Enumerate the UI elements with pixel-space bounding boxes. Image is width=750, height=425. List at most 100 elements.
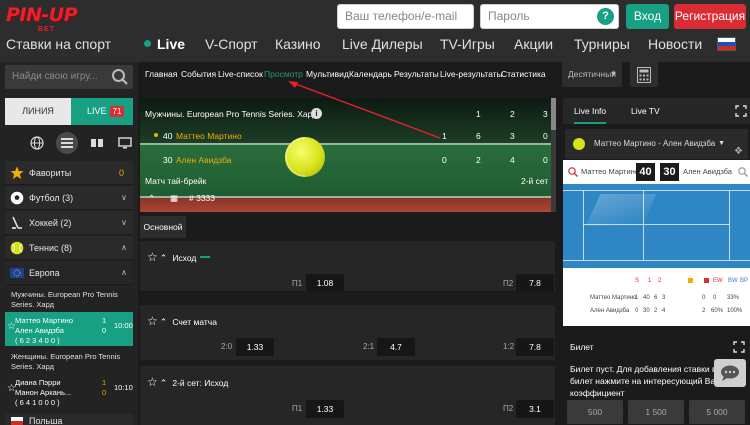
subnav-live-results[interactable]: Live-результаты bbox=[440, 69, 503, 79]
league-women-name[interactable]: Женщины. European Pro Tennis Series. Хар… bbox=[5, 352, 133, 372]
logo-main-text: PIN-UP bbox=[6, 4, 78, 26]
tab-live[interactable]: LIVE 71 bbox=[71, 98, 133, 125]
subnav-calendar[interactable]: Календарь bbox=[349, 69, 392, 79]
sidebar-item-europe-label: Европа bbox=[29, 268, 60, 278]
nav-news[interactable]: Новости bbox=[648, 33, 702, 55]
field-view-icon[interactable]: ▦ bbox=[170, 193, 178, 204]
sidebar-item-poland[interactable]: Польша bbox=[5, 414, 133, 425]
live-stats-table: S 1 2 EW BW BP Маттео Мартино 1 40 6 3 0… bbox=[563, 268, 750, 326]
odd-button-p1[interactable]: 1.08 bbox=[306, 274, 344, 292]
tab-live-tv[interactable]: Live TV bbox=[631, 98, 660, 124]
language-flag-icon[interactable] bbox=[717, 37, 736, 51]
chevron-up-icon: ∧ bbox=[121, 268, 127, 277]
chevron-up-icon[interactable]: ⌃ bbox=[160, 253, 168, 263]
subnav-view[interactable]: Просмотр bbox=[264, 69, 303, 79]
nav-casino[interactable]: Казино bbox=[275, 33, 321, 55]
stats-row1-v3: 3 bbox=[662, 295, 666, 301]
subnav-multiview[interactable]: Мультивид bbox=[306, 69, 349, 79]
live-indicator-dot bbox=[144, 40, 151, 47]
sidebar-match-2[interactable]: ☆ Диана Пэрри Манон Аркань... 1 0 10:10 … bbox=[5, 374, 133, 408]
p1-set-d: 0 bbox=[543, 131, 548, 141]
live-match-select[interactable]: Маттео Мартино - Ален Авидзба ▼ ❖ bbox=[565, 129, 748, 159]
header: PIN-UP BET Ваш телефон/e-mail Пароль ? В… bbox=[0, 0, 750, 62]
tab-live-info[interactable]: Live Info bbox=[574, 98, 607, 124]
subnav-statistics[interactable]: Статистика bbox=[501, 69, 546, 79]
multiview-icon[interactable] bbox=[86, 132, 108, 154]
scoreboard-scrollbar-thumb[interactable] bbox=[551, 98, 556, 130]
stats-row1-v5: 0 bbox=[713, 295, 717, 301]
subnav-live-list[interactable]: Live-список bbox=[218, 69, 263, 79]
search-icon[interactable] bbox=[111, 68, 129, 86]
calculator-button[interactable] bbox=[630, 62, 658, 87]
chevron-up-icon[interactable]: ⌃ bbox=[160, 317, 168, 327]
chevron-up-icon[interactable]: ⌃ bbox=[160, 378, 168, 388]
match2-score: 1 0 bbox=[102, 378, 106, 398]
sidebar-item-hockey[interactable]: Хоккей (2) ∨ bbox=[5, 211, 133, 235]
phone-email-input[interactable]: Ваш телефон/e-mail bbox=[337, 4, 474, 29]
market-outcome-title: ☆ ⌃ Исход bbox=[147, 250, 211, 264]
nav-vsport[interactable]: V-Спорт bbox=[205, 33, 258, 55]
register-button[interactable]: Регистрация bbox=[674, 4, 746, 29]
password-input[interactable]: Пароль ? bbox=[480, 4, 619, 29]
odd-button-set2-p1[interactable]: 1.33 bbox=[306, 400, 344, 418]
stats-row2-name: Ален Авидзба bbox=[590, 308, 630, 314]
p1-set-a: 1 bbox=[442, 131, 447, 141]
racket-icon bbox=[738, 167, 748, 177]
tennis-ball-icon bbox=[10, 241, 24, 255]
nav-live[interactable]: Live bbox=[157, 33, 185, 55]
stake-preset-1500[interactable]: 1 500 bbox=[628, 400, 684, 424]
odd-button-p2[interactable]: 7.8 bbox=[516, 274, 554, 292]
logo[interactable]: PIN-UP BET bbox=[6, 4, 88, 36]
login-button[interactable]: Вход bbox=[626, 4, 669, 29]
market-match-score-title: ☆ ⌃ Счет матча bbox=[147, 314, 217, 328]
star-outline-icon[interactable]: ☆ bbox=[147, 250, 158, 264]
caret-down-icon: ▼ bbox=[718, 140, 725, 147]
event-id: # 3333 bbox=[189, 193, 215, 203]
subnav-events[interactable]: События bbox=[181, 69, 216, 79]
tab-live-label: LIVE bbox=[87, 106, 107, 116]
odd-button-2-1[interactable]: 4.7 bbox=[377, 338, 415, 356]
tab-basic[interactable]: Основной bbox=[140, 216, 186, 238]
subnav-results[interactable]: Результаты bbox=[394, 69, 439, 79]
sidebar-item-favorites[interactable]: Фавориты 0 bbox=[5, 161, 133, 185]
password-help-icon[interactable]: ? bbox=[597, 8, 614, 25]
expand-icon[interactable] bbox=[735, 105, 747, 117]
stake-preset-500[interactable]: 500 bbox=[567, 400, 623, 424]
globe-icon[interactable] bbox=[26, 132, 48, 154]
tab-line[interactable]: ЛИНИЯ bbox=[5, 98, 71, 125]
nav-live-dealers[interactable]: Live Дилеры bbox=[342, 33, 423, 55]
match2-team2: Манон Аркань... bbox=[15, 388, 72, 397]
sidebar-match-selected[interactable]: ☆ Маттео Мартино Ален Авидзба 1 0 10:00 … bbox=[5, 312, 133, 346]
stake-preset-5000[interactable]: 5 000 bbox=[689, 400, 745, 424]
odd-button-1-2[interactable]: 7.8 bbox=[516, 338, 554, 356]
star-outline-icon[interactable]: ☆ bbox=[147, 314, 158, 328]
nav-tv-games[interactable]: TV-Игры bbox=[440, 33, 495, 55]
expand-icon[interactable] bbox=[733, 341, 745, 353]
stats-row2-v3: 4 bbox=[662, 308, 666, 314]
stats-icon[interactable] bbox=[200, 255, 211, 262]
odds-format-select[interactable]: Десятичный ▼ bbox=[562, 62, 622, 87]
nav-tournaments[interactable]: Турниры bbox=[574, 33, 630, 55]
subnav-home[interactable]: Главная bbox=[145, 69, 177, 79]
chat-button[interactable] bbox=[714, 359, 746, 387]
bet-slip-title: Билет bbox=[570, 342, 594, 352]
game-search-input[interactable]: Найди свою игру... bbox=[5, 65, 133, 89]
star-outline-icon[interactable]: ☆ bbox=[147, 375, 158, 389]
league-men-name[interactable]: Мужчины. European Pro Tennis Series. Хар… bbox=[5, 290, 133, 310]
live-score-p1: Маттео Мартино bbox=[581, 167, 639, 176]
stats-row2-v5: 60% bbox=[711, 308, 724, 314]
info-icon[interactable]: i bbox=[311, 108, 322, 119]
sidebar-item-europe[interactable]: Европа ∧ bbox=[5, 261, 133, 285]
monitor-icon[interactable] bbox=[114, 132, 136, 154]
sidebar-item-tennis[interactable]: Теннис (8) ∧ bbox=[5, 236, 133, 260]
list-view-icon[interactable] bbox=[56, 132, 78, 154]
nav-sports[interactable]: Ставки на спорт bbox=[6, 33, 111, 55]
market-set2-outcome-title: ☆ ⌃ 2-й сет: Исход bbox=[147, 375, 228, 389]
match2-score1: 1 bbox=[102, 378, 107, 387]
tennis-ball-icon bbox=[573, 138, 585, 150]
odd-button-set2-p2[interactable]: 3.1 bbox=[516, 400, 554, 418]
sidebar-item-football[interactable]: Футбол (3) ∨ bbox=[5, 186, 133, 210]
nav-promotions[interactable]: Акции bbox=[514, 33, 553, 55]
collapse-icon[interactable]: ⌃ bbox=[148, 193, 155, 204]
odd-button-2-0[interactable]: 1.33 bbox=[236, 338, 274, 356]
